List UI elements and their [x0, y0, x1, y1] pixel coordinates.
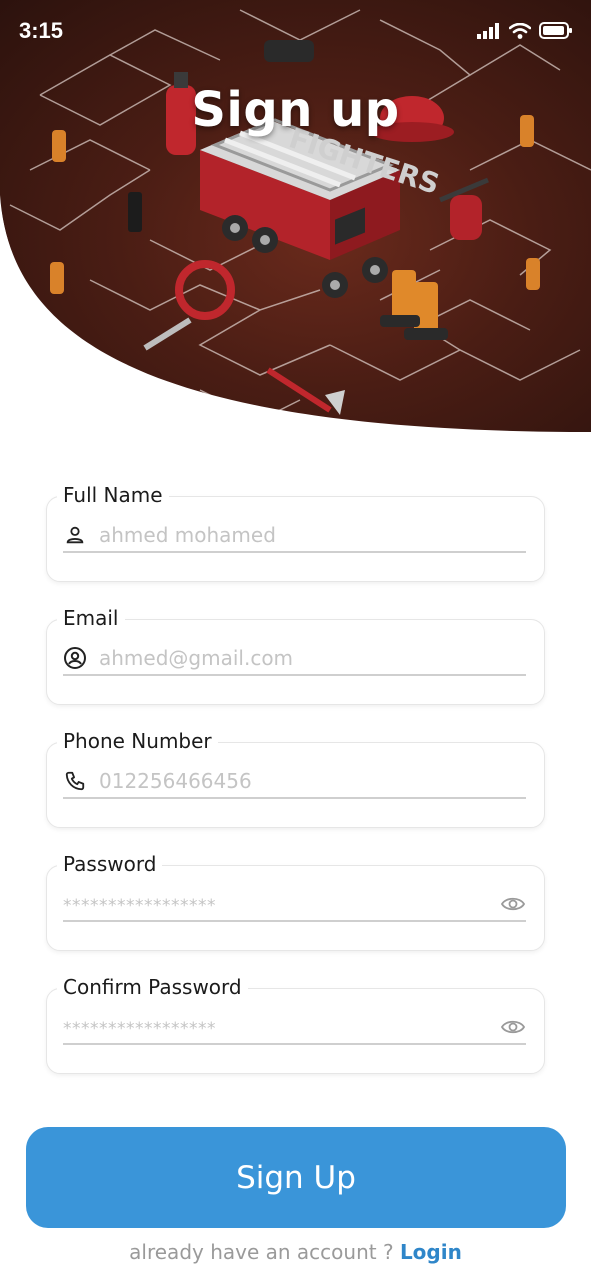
email-field: Email	[46, 606, 545, 705]
login-prompt: already have an account ? Login	[0, 1240, 591, 1264]
login-prompt-text: already have an account ?	[129, 1240, 400, 1264]
phone-label: Phone Number	[57, 729, 218, 753]
full-name-row	[63, 519, 526, 553]
full-name-field: Full Name	[46, 483, 545, 582]
full-name-label: Full Name	[57, 483, 169, 507]
password-row	[63, 888, 526, 922]
password-input[interactable]	[63, 889, 500, 919]
phone-input[interactable]	[99, 766, 526, 796]
email-label: Email	[57, 606, 125, 630]
full-name-input[interactable]	[99, 520, 526, 550]
confirm-password-input[interactable]	[63, 1012, 500, 1042]
signal-icon	[477, 22, 499, 39]
battery-icon	[539, 22, 572, 39]
eye-icon[interactable]	[500, 1014, 526, 1040]
eye-icon[interactable]	[500, 891, 526, 917]
confirm-password-row	[63, 1011, 526, 1045]
password-label: Password	[57, 852, 163, 876]
firefighters-illustration: FIGHTERS	[0, 0, 591, 432]
phone-field: Phone Number	[46, 729, 545, 828]
signup-button[interactable]: Sign Up	[26, 1127, 566, 1228]
password-field: Password	[46, 852, 545, 951]
login-link[interactable]: Login	[400, 1240, 462, 1264]
status-icons	[477, 22, 573, 39]
confirm-password-field: Confirm Password	[46, 975, 545, 1074]
status-bar: 3:15	[0, 0, 591, 62]
wifi-icon	[509, 22, 531, 39]
email-row	[63, 642, 526, 676]
person-icon	[63, 523, 87, 547]
header-hero: FIGHTERS Sign up	[0, 0, 591, 432]
status-time: 3:15	[19, 18, 64, 43]
account-circle-icon	[63, 646, 87, 670]
page-title: Sign up	[191, 82, 400, 138]
phone-row	[63, 765, 526, 799]
confirm-password-label: Confirm Password	[57, 975, 248, 999]
email-input[interactable]	[99, 643, 526, 673]
phone-icon	[63, 769, 87, 793]
